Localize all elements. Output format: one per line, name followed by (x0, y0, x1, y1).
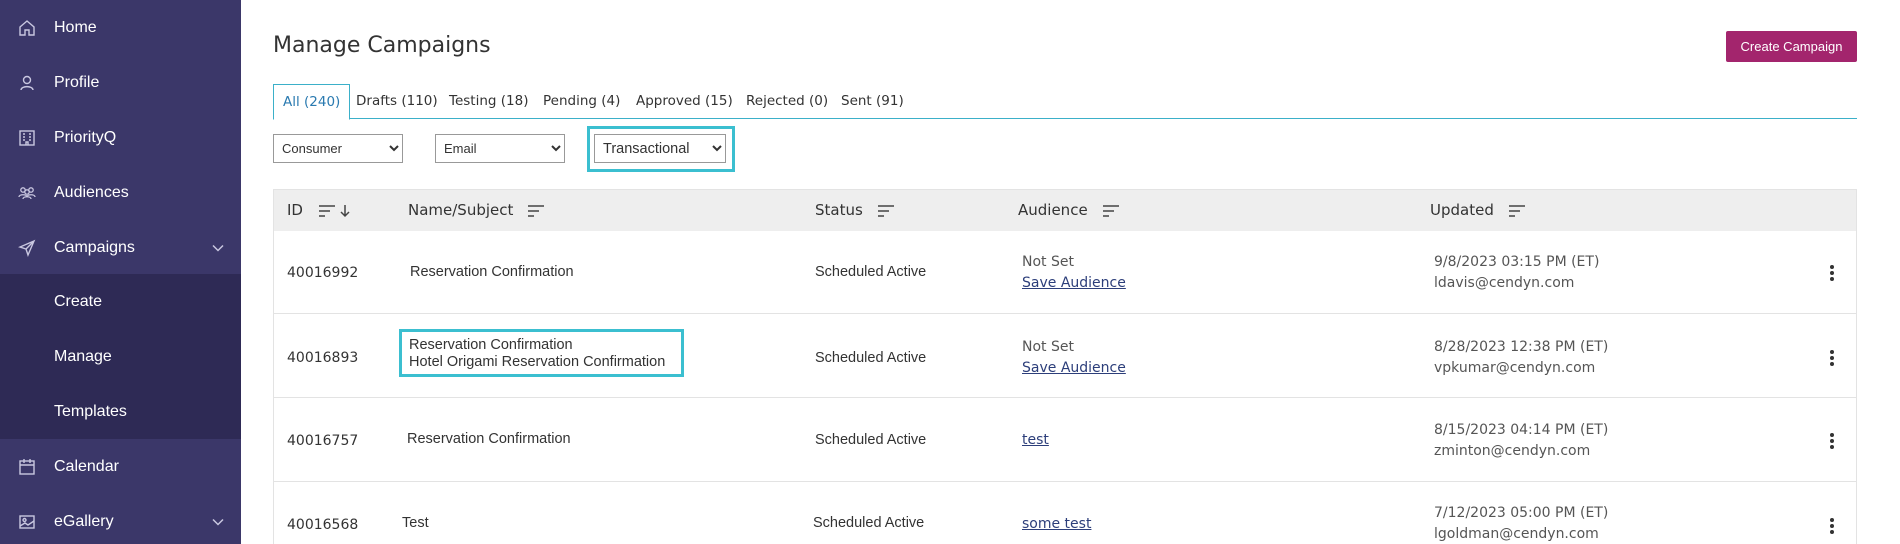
campaign-status: Scheduled Active (813, 515, 925, 531)
campaign-id: 40016757 (287, 433, 359, 449)
campaign-id: 40016992 (287, 265, 359, 281)
campaign-status: Scheduled Active (815, 350, 927, 366)
column-header-name[interactable]: Name/Subject (408, 190, 545, 231)
audience-name: Not Set (1022, 339, 1074, 355)
sidebar-subitem-manage[interactable]: Manage (0, 329, 241, 384)
table-row[interactable]: 40016568 Test Scheduled Active some test… (274, 483, 1856, 544)
table-row[interactable]: 40016757 Reservation Confirmation Schedu… (274, 399, 1856, 482)
updated-by: vpkumar@cendyn.com (1434, 360, 1596, 376)
tab-drafts[interactable]: Drafts (110) (356, 84, 438, 119)
updated-date: 8/15/2023 04:14 PM (ET) (1434, 422, 1609, 438)
column-header-id[interactable]: ID (287, 190, 353, 231)
campaign-id: 40016568 (287, 517, 359, 533)
sidebar-item-label: Campaigns (54, 238, 135, 256)
campaign-name[interactable]: Test (402, 515, 429, 531)
sidebar-item-label: Home (54, 18, 97, 36)
sort-icon[interactable] (1102, 204, 1120, 218)
campaign-id: 40016893 (287, 350, 359, 366)
sidebar-subitem-create[interactable]: Create (0, 274, 241, 329)
status-tabs: All (240) Drafts (110) Testing (18) Pend… (273, 84, 1857, 120)
sidebar-item-label: Profile (54, 73, 100, 91)
save-audience-link[interactable]: Save Audience (1022, 275, 1126, 291)
sidebar-subitem-label: Manage (54, 347, 112, 365)
updated-by: ldavis@cendyn.com (1434, 275, 1575, 291)
sort-icon[interactable] (877, 204, 895, 218)
updated-date: 7/12/2023 05:00 PM (ET) (1434, 505, 1609, 521)
sidebar-subitem-label: Create (54, 292, 103, 310)
column-header-updated[interactable]: Updated (1430, 190, 1526, 231)
send-icon (18, 239, 36, 257)
audience-name: Not Set (1022, 254, 1074, 270)
tab-all[interactable]: All (240) (273, 84, 351, 120)
home-icon (18, 19, 36, 37)
more-options-icon[interactable] (1824, 516, 1840, 536)
page-title: Manage Campaigns (273, 33, 491, 58)
sidebar-item-label: Audiences (54, 183, 129, 201)
campaign-name[interactable]: Reservation Confirmation (409, 337, 573, 353)
campaign-subject: Hotel Origami Reservation Confirmation (409, 354, 666, 370)
segment-select[interactable]: Consumer (273, 134, 403, 163)
people-icon (18, 184, 36, 202)
tab-pending[interactable]: Pending (4) (543, 84, 620, 119)
sort-icon[interactable] (1508, 204, 1526, 218)
channel-select[interactable]: Email (435, 134, 565, 163)
tab-rejected[interactable]: Rejected (0) (746, 84, 828, 119)
column-header-status[interactable]: Status (815, 190, 895, 231)
building-icon (18, 129, 36, 147)
campaign-status: Scheduled Active (815, 432, 927, 448)
sidebar-item-label: PriorityQ (54, 128, 117, 146)
more-options-icon[interactable] (1824, 431, 1840, 451)
tab-sent[interactable]: Sent (91) (841, 84, 904, 119)
sidebar-item-audiences[interactable]: Audiences (0, 165, 241, 220)
sidebar-item-label: eGallery (54, 512, 114, 530)
type-select[interactable]: Transactional (594, 134, 726, 163)
campaign-name[interactable]: Reservation Confirmation (410, 264, 574, 280)
updated-date: 8/28/2023 12:38 PM (ET) (1434, 339, 1609, 355)
sidebar-subitem-label: Templates (54, 402, 127, 420)
sidebar: Home Profile PriorityQ Audiences Campaig… (0, 0, 241, 544)
sidebar-item-label: Calendar (54, 457, 119, 475)
sidebar-item-campaigns[interactable]: Campaigns (0, 220, 241, 275)
table-row[interactable]: 40016992 Reservation Confirmation Schedu… (274, 231, 1856, 314)
create-campaign-button[interactable]: Create Campaign (1726, 31, 1857, 62)
updated-by: lgoldman@cendyn.com (1434, 526, 1599, 542)
image-icon (18, 513, 36, 531)
sidebar-item-calendar[interactable]: Calendar (0, 439, 241, 494)
campaigns-table: ID Name/Subject Status Audience Updated … (273, 189, 1857, 544)
sort-descending-icon[interactable] (317, 204, 353, 218)
tab-testing[interactable]: Testing (18) (449, 84, 528, 119)
user-icon (18, 74, 36, 92)
sidebar-item-profile[interactable]: Profile (0, 55, 241, 110)
sort-icon[interactable] (527, 204, 545, 218)
chevron-down-icon[interactable] (211, 515, 225, 529)
campaigns-submenu: Create Manage Templates (0, 274, 241, 439)
table-header: ID Name/Subject Status Audience Updated (274, 190, 1856, 231)
audience-link[interactable]: test (1022, 432, 1049, 448)
audience-link[interactable]: some test (1022, 516, 1091, 532)
sidebar-subitem-templates[interactable]: Templates (0, 384, 241, 439)
tab-approved[interactable]: Approved (15) (636, 84, 733, 119)
table-row[interactable]: 40016893 Reservation Confirmation Hotel … (274, 315, 1856, 398)
updated-by: zminton@cendyn.com (1434, 443, 1591, 459)
more-options-icon[interactable] (1824, 263, 1840, 283)
sidebar-item-egallery[interactable]: eGallery (0, 494, 241, 544)
more-options-icon[interactable] (1824, 348, 1840, 368)
sidebar-item-home[interactable]: Home (0, 0, 241, 55)
updated-date: 9/8/2023 03:15 PM (ET) (1434, 254, 1600, 270)
sidebar-item-priorityq[interactable]: PriorityQ (0, 110, 241, 165)
save-audience-link[interactable]: Save Audience (1022, 360, 1126, 376)
column-header-audience[interactable]: Audience (1018, 190, 1120, 231)
chevron-down-icon[interactable] (211, 241, 225, 255)
calendar-icon (18, 458, 36, 476)
campaign-status: Scheduled Active (815, 264, 927, 280)
campaign-name[interactable]: Reservation Confirmation (407, 431, 571, 447)
